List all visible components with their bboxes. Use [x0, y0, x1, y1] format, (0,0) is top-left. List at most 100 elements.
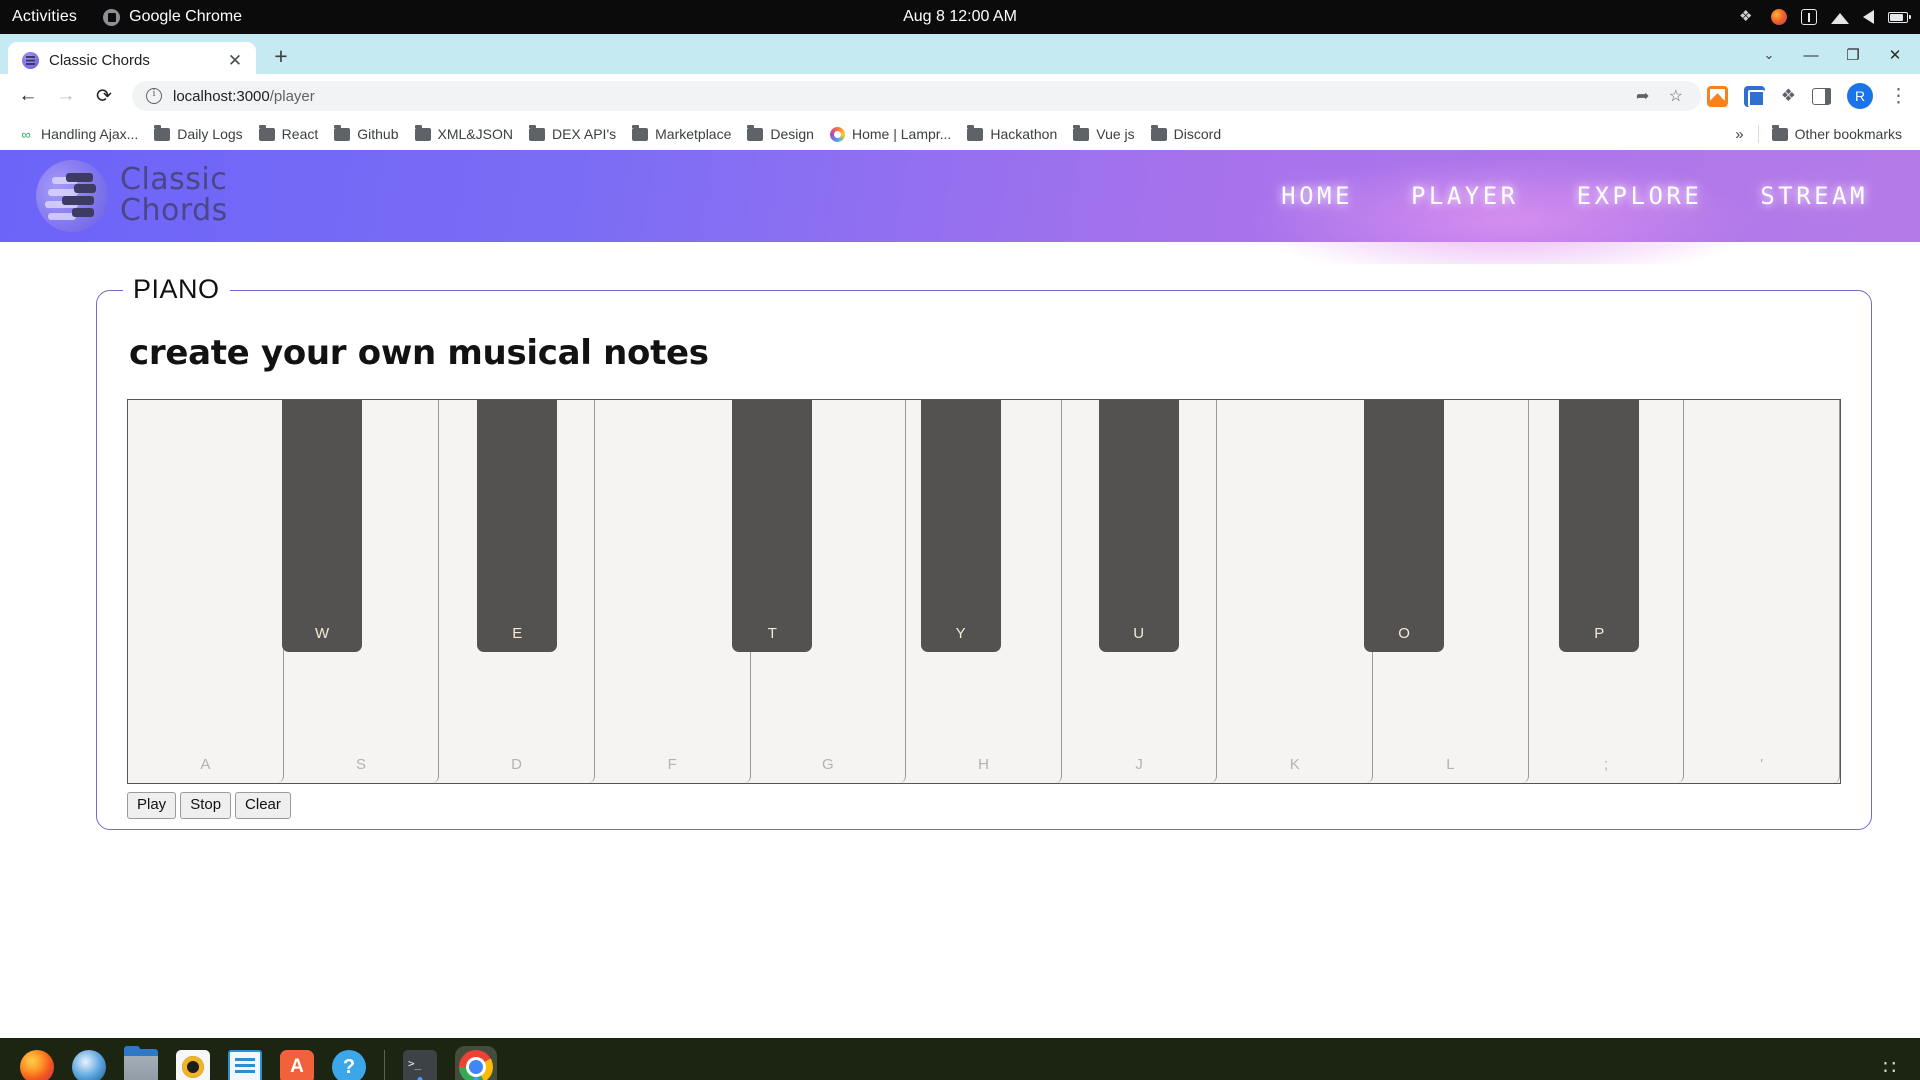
- piano-heading: create your own musical notes: [129, 333, 709, 373]
- nav-link-stream[interactable]: STREAM: [1760, 182, 1868, 210]
- black-key[interactable]: O: [1364, 400, 1445, 652]
- wifi-icon[interactable]: [1831, 13, 1849, 24]
- folder-icon: [528, 124, 545, 141]
- close-tab-icon[interactable]: ✕: [224, 49, 246, 71]
- show-applications-button[interactable]: ∷: [1883, 1055, 1898, 1080]
- chrome-icon: [103, 8, 121, 26]
- bookmark-item[interactable]: ∞ Handling Ajax...: [10, 122, 146, 146]
- bookmark-item[interactable]: Vue js: [1065, 122, 1142, 146]
- side-panel-icon[interactable]: [1812, 87, 1831, 105]
- help-icon[interactable]: [332, 1050, 366, 1080]
- blue-extension-icon[interactable]: [1743, 85, 1765, 107]
- active-app-indicator[interactable]: Google Chrome: [103, 8, 242, 26]
- white-key-label: F: [667, 756, 677, 773]
- site-logo[interactable]: Classic Chords: [36, 160, 228, 232]
- white-key-label: G: [822, 756, 834, 773]
- volume-icon[interactable]: [1863, 10, 1874, 24]
- white-key[interactable]: A: [128, 400, 284, 783]
- files-icon[interactable]: [124, 1046, 158, 1080]
- software-icon[interactable]: [280, 1050, 314, 1080]
- bookmark-item[interactable]: Daily Logs: [146, 122, 250, 146]
- black-key[interactable]: U: [1098, 400, 1179, 652]
- piano-legend: PIANO: [123, 274, 230, 305]
- browser-tab[interactable]: Classic Chords ✕: [8, 42, 256, 78]
- clear-button[interactable]: Clear: [235, 792, 291, 819]
- new-tab-button[interactable]: +: [266, 41, 296, 71]
- black-key[interactable]: W: [282, 400, 363, 652]
- chrome-menu-icon[interactable]: ⋮: [1889, 87, 1908, 106]
- white-key[interactable]: ': [1684, 400, 1841, 783]
- folder-icon: [334, 124, 351, 141]
- browser-toolbar: ← → ⟳ localhost:3000/player ➦ ☆ ❖ R ⋮: [0, 74, 1920, 118]
- bookmark-item[interactable]: DEX API's: [521, 122, 624, 146]
- nav-link-home[interactable]: HOME: [1281, 182, 1353, 210]
- white-key-label: A: [200, 756, 211, 773]
- url-path: /player: [269, 87, 315, 105]
- bookmark-item[interactable]: Github: [326, 122, 406, 146]
- firefox-icon[interactable]: [20, 1050, 54, 1080]
- bookmark-item[interactable]: React: [251, 122, 327, 146]
- bookmark-item[interactable]: Discord: [1143, 122, 1229, 146]
- bookmarks-overflow-button[interactable]: »: [1726, 122, 1752, 147]
- profile-avatar[interactable]: R: [1847, 83, 1873, 109]
- tab-search-chevron-down-icon[interactable]: ⌄: [1748, 38, 1790, 72]
- toolbar-extensions: ❖ R ⋮: [1706, 83, 1908, 109]
- link-icon: ∞: [21, 126, 31, 142]
- puzzle-icon[interactable]: ❖: [1739, 8, 1757, 26]
- bookmarks-bar-right: » Other bookmarks: [1726, 122, 1910, 147]
- web-page: Classic Chords HOME PLAYER EXPLORE STREAM P…: [0, 150, 1920, 1038]
- bookmark-label: Daily Logs: [177, 126, 243, 142]
- gnome-top-bar: Activities Google Chrome Aug 8 12:00 AM …: [0, 0, 1920, 34]
- black-key[interactable]: Y: [920, 400, 1001, 652]
- white-key[interactable]: F: [594, 400, 751, 783]
- bookmark-label: Github: [357, 126, 399, 142]
- black-key-label: P: [1594, 625, 1605, 642]
- accessibility-icon[interactable]: [1801, 9, 1817, 25]
- close-window-button[interactable]: ✕: [1874, 38, 1916, 72]
- folder-icon: [632, 124, 649, 141]
- reload-button[interactable]: ⟳: [88, 80, 120, 112]
- writer-icon[interactable]: [228, 1050, 262, 1080]
- window-controls: ⌄ — ❐ ✕: [1748, 38, 1916, 72]
- black-key[interactable]: P: [1559, 400, 1640, 652]
- play-button[interactable]: Play: [127, 792, 177, 819]
- black-key[interactable]: E: [477, 400, 558, 652]
- share-icon[interactable]: ➦: [1632, 85, 1654, 107]
- other-bookmarks-button[interactable]: Other bookmarks: [1764, 122, 1910, 146]
- piano-controls: Play Stop Clear: [127, 792, 1841, 819]
- stop-button[interactable]: Stop: [180, 792, 232, 819]
- site-info-icon[interactable]: [146, 87, 162, 104]
- terminal-icon[interactable]: [403, 1050, 437, 1080]
- rhythmbox-icon[interactable]: [176, 1050, 210, 1080]
- firefox-tray-icon[interactable]: [1771, 9, 1787, 25]
- black-key[interactable]: T: [732, 400, 813, 652]
- system-clock[interactable]: Aug 8 12:00 AM: [903, 8, 1017, 26]
- forward-button[interactable]: →: [50, 80, 82, 112]
- white-key-label: D: [511, 756, 523, 773]
- battery-icon[interactable]: [1888, 11, 1911, 23]
- thunderbird-icon[interactable]: [72, 1050, 106, 1080]
- piano-keyboard[interactable]: A S D F G H J K L; ' W E T Y U O P: [127, 399, 1841, 784]
- activities-button[interactable]: Activities: [12, 8, 77, 26]
- bookmark-item[interactable]: Home | Lampr...: [822, 122, 959, 146]
- white-key[interactable]: K: [1217, 400, 1374, 783]
- bookmark-item[interactable]: Hackathon: [959, 122, 1065, 146]
- address-bar[interactable]: localhost:3000/player ➦ ☆: [132, 81, 1701, 111]
- bookmark-star-icon[interactable]: ☆: [1665, 85, 1687, 107]
- nav-link-player[interactable]: PLAYER: [1411, 182, 1519, 210]
- metamask-extension-icon[interactable]: [1706, 85, 1728, 107]
- bookmark-label: Handling Ajax...: [41, 126, 139, 142]
- bookmark-item[interactable]: Design: [739, 122, 822, 146]
- nav-link-explore[interactable]: EXPLORE: [1577, 182, 1703, 210]
- chrome-icon: [459, 1050, 493, 1080]
- minimize-button[interactable]: —: [1790, 38, 1832, 72]
- extensions-puzzle-icon[interactable]: ❖: [1781, 86, 1796, 106]
- bookmark-label: Marketplace: [655, 126, 732, 142]
- folder-icon: [414, 124, 431, 141]
- chrome-dock-item[interactable]: [455, 1046, 497, 1080]
- bookmark-item[interactable]: Marketplace: [624, 122, 739, 146]
- maximize-button[interactable]: ❐: [1832, 38, 1874, 72]
- dock-items: [20, 1046, 366, 1080]
- back-button[interactable]: ←: [12, 80, 44, 112]
- bookmark-item[interactable]: XML&JSON: [407, 122, 521, 146]
